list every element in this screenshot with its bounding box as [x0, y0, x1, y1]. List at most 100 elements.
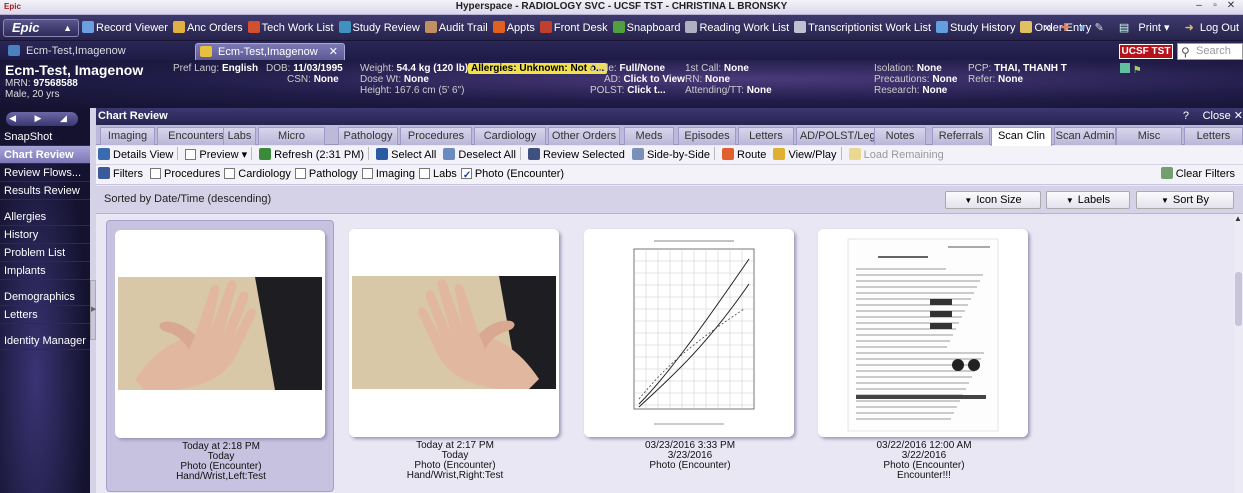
alert-icon[interactable]: ✚	[1061, 22, 1070, 34]
tab-imaging[interactable]: Imaging	[100, 127, 155, 145]
close-tab-icon[interactable]: ✕	[329, 44, 338, 60]
media-card[interactable]: 03/23/2016 3:33 PM 3/23/2016 Photo (Encoun…	[576, 220, 804, 492]
sidebar-item-implants[interactable]: Implants	[0, 262, 90, 280]
media-thumbnail[interactable]	[349, 229, 559, 437]
sidebar-item-identity-manager[interactable]: Identity Manager	[0, 332, 90, 350]
sidebar-item-chart-review[interactable]: Chart Review	[0, 146, 90, 164]
tab-notes[interactable]: Notes	[874, 127, 926, 145]
sidebar-item-results-review[interactable]: Results Review	[0, 182, 90, 200]
workspace-tab-1[interactable]: Ecm-Test,Imagenow	[4, 43, 184, 60]
toolbar-item-transcriptionist-work-list[interactable]: Transcriptionist Work List	[794, 21, 931, 34]
tab-pathology[interactable]: Pathology	[338, 127, 398, 145]
toolbar-item-audit-trail[interactable]: Audit Trail	[424, 21, 488, 34]
media-thumbnail[interactable]	[115, 230, 325, 438]
ad-field[interactable]: AD: Click to View	[604, 74, 685, 85]
filter-photo-encounter-checkbox[interactable]	[460, 166, 472, 185]
tab-procedures[interactable]: Procedures	[400, 127, 472, 145]
filter-procedures-checkbox[interactable]	[150, 168, 162, 179]
polst-link[interactable]: Click t...	[627, 85, 665, 96]
media-card[interactable]: 03/22/2016 12:00 AM 3/22/2016 Photo (Encou…	[810, 220, 1038, 492]
tab-scan-admin[interactable]: Scan Admin	[1054, 127, 1116, 145]
refresh-button[interactable]: Refresh (2:31 PM)	[259, 146, 364, 164]
media-card[interactable]: Today at 2:18 PM Today Photo (Encounter) Ha…	[106, 220, 334, 492]
search-input[interactable]: ⚲ Search	[1177, 43, 1243, 60]
filter-labs-checkbox[interactable]	[418, 168, 430, 179]
sidebar-item-demographics[interactable]: Demographics	[0, 288, 90, 306]
workspace-tab-2[interactable]: Ecm-Test,Imagenow ✕	[195, 43, 345, 60]
sidebar-item-snapshot[interactable]: SnapShot	[0, 128, 90, 146]
filter-photo-encounter[interactable]: Photo (Encounter)	[460, 165, 564, 185]
toolbar-item-record-viewer[interactable]: Record Viewer	[82, 21, 168, 34]
polst-field[interactable]: POLST: Click t...	[590, 85, 666, 96]
filter-pathology[interactable]: Pathology	[294, 165, 358, 184]
maximize-button[interactable]: ▫	[1207, 0, 1223, 11]
filter-labs[interactable]: Labs	[418, 165, 457, 184]
view-play-button[interactable]: View/Play	[773, 146, 837, 164]
tab-micro[interactable]: Micro	[258, 127, 325, 145]
print-button[interactable]: ▤ Print ▾	[1113, 22, 1170, 34]
nav-arrows[interactable]: ◀ ▶ ◢	[6, 112, 78, 126]
clear-filters-button[interactable]: Clear Filters	[1160, 165, 1235, 184]
tab-meds[interactable]: Meds	[624, 127, 674, 145]
deselect-all-button[interactable]: Deselect All	[443, 146, 516, 164]
more-activities-button[interactable]: ››	[1044, 22, 1051, 34]
tab-letters[interactable]: Letters	[738, 127, 794, 145]
allergies-badge[interactable]: Allergies: Unknown: Not o...	[468, 63, 608, 74]
review-selected-button[interactable]: Review Selected	[527, 146, 625, 164]
sidebar-item-allergies[interactable]: Allergies	[0, 208, 90, 226]
close-chart-review-button[interactable]: Close ✕	[1203, 108, 1243, 125]
toolbar-item-front-desk[interactable]: Front Desk	[539, 21, 608, 34]
tab-other-orders[interactable]: Other Orders	[548, 127, 620, 145]
toolbar-item-appts[interactable]: Appts	[492, 21, 535, 34]
chevron-down-icon[interactable]: ▾	[242, 149, 248, 161]
gallery-scrollbar[interactable]: ▲	[1234, 214, 1243, 493]
filter-pathology-checkbox[interactable]	[294, 168, 306, 179]
preview-toggle[interactable]: Preview ▾	[185, 146, 247, 164]
scroll-up-icon[interactable]: ▲	[1234, 214, 1242, 223]
flag-icon[interactable]: ⚑	[1133, 65, 1142, 76]
preview-checkbox[interactable]	[185, 149, 197, 160]
help-button[interactable]: ?	[1183, 108, 1189, 125]
toolbar-item-reading-work-list[interactable]: Reading Work List	[685, 21, 789, 34]
tab-letters[interactable]: Letters	[1184, 127, 1243, 145]
epic-menu-button[interactable]: Epic ▲	[3, 19, 79, 37]
allergies-field[interactable]: Allergies: Unknown: Not o...	[468, 63, 608, 74]
toolbar-item-snapboard[interactable]: Snapboard	[612, 21, 680, 34]
scrollbar-thumb[interactable]	[1235, 272, 1242, 326]
filter-imaging-checkbox[interactable]	[361, 168, 373, 179]
ad-link[interactable]: Click to View	[623, 74, 685, 85]
icon-size-dropdown[interactable]: ▼ Icon Size	[945, 191, 1041, 209]
load-remaining-button[interactable]: Load Remaining	[848, 146, 944, 164]
tab-cardiology[interactable]: Cardiology	[474, 127, 546, 145]
globe-icon[interactable]: ●	[1079, 22, 1086, 34]
close-window-button[interactable]: ✕	[1223, 0, 1239, 11]
patient-name[interactable]: Ecm-Test, Imagenow	[5, 62, 143, 78]
media-thumbnail[interactable]	[584, 229, 794, 437]
toolbar-item-study-history[interactable]: Study History	[936, 21, 1015, 34]
sidebar-item-history[interactable]: History	[0, 226, 90, 244]
minimize-button[interactable]: –	[1191, 0, 1207, 11]
details-view-button[interactable]: Details View	[98, 146, 173, 164]
side-by-side-button[interactable]: Side-by-Side	[631, 146, 710, 164]
toolbar-item-study-review[interactable]: Study Review	[338, 21, 420, 34]
media-card[interactable]: Today at 2:17 PM Today Photo (Encounter) Ha…	[341, 220, 569, 492]
labels-dropdown[interactable]: ▼ Labels	[1046, 191, 1130, 209]
tab-referrals[interactable]: Referrals	[932, 127, 990, 145]
filter-procedures[interactable]: Procedures	[150, 165, 220, 184]
tab-scan-clin[interactable]: Scan Clin	[991, 127, 1052, 146]
sort-by-dropdown[interactable]: ▼ Sort By	[1136, 191, 1234, 209]
tab-misc-reports[interactable]: Misc Reports	[1116, 127, 1182, 159]
tab-episodes[interactable]: Episodes	[678, 127, 736, 145]
tab-labs[interactable]: Labs	[223, 127, 256, 145]
sidebar-item-problem-list[interactable]: Problem List	[0, 244, 90, 262]
sidebar-item-review-flows[interactable]: Review Flows...	[0, 164, 90, 182]
logout-button[interactable]: ➜ Log Out	[1179, 22, 1239, 34]
filters-button[interactable]: Filters	[98, 165, 143, 184]
route-button[interactable]: Route	[722, 146, 766, 164]
toolbar-item-tech-work-list[interactable]: Tech Work List	[247, 21, 334, 34]
select-all-button[interactable]: Select All	[376, 146, 436, 164]
document-icon[interactable]	[1120, 63, 1130, 73]
filter-imaging[interactable]: Imaging	[361, 165, 415, 184]
filter-cardiology-checkbox[interactable]	[224, 168, 236, 179]
toolbar-item-anc-orders[interactable]: Anc Orders	[172, 21, 243, 34]
